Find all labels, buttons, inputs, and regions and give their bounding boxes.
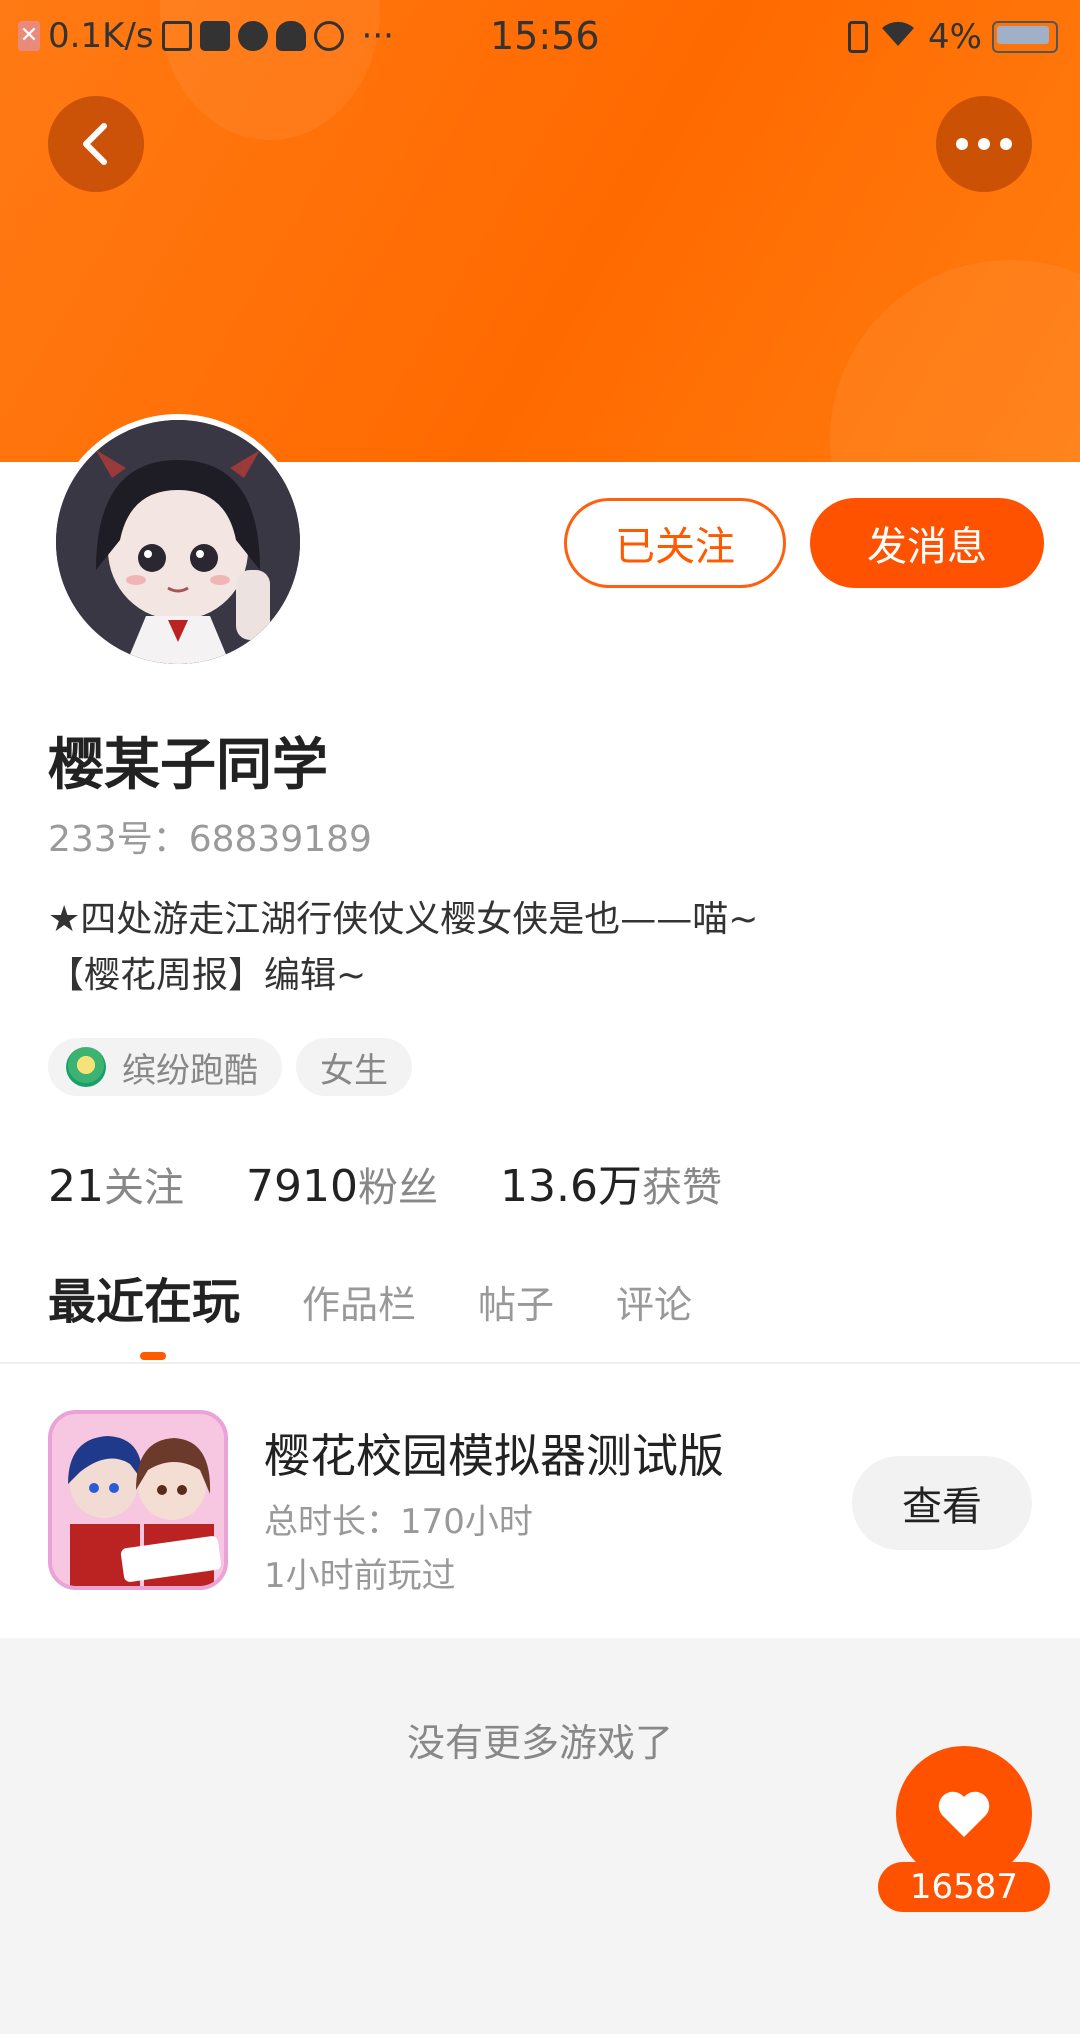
header-decoration — [830, 260, 1080, 462]
tag-favorite-game[interactable]: 缤纷跑酷 — [48, 1038, 282, 1096]
more-notifications-icon: ··· — [361, 16, 394, 56]
followed-button[interactable]: 已关注 — [564, 498, 786, 588]
chevron-left-icon — [83, 123, 107, 165]
stat-value: 21 — [48, 1161, 104, 1212]
stat-following[interactable]: 21关注 — [48, 1155, 184, 1213]
game-last-played: 1小时前玩过 — [264, 1556, 456, 1596]
mail-icon — [199, 21, 230, 51]
battery-icon — [992, 20, 1058, 53]
more-options-button[interactable] — [936, 96, 1032, 192]
username: 樱某子同学 — [48, 733, 328, 798]
battery-percent: 4% — [928, 16, 982, 57]
active-tab-indicator — [140, 1352, 166, 1360]
avatar-image — [56, 420, 300, 664]
clock: 15:56 — [490, 14, 600, 58]
stat-value: 13.6万 — [499, 1161, 642, 1212]
cat-app-icon — [237, 21, 268, 51]
game-badge-icon — [66, 1047, 106, 1087]
bio: ★四处游走江湖行侠仗义樱女侠是也——喵~ 【樱花周报】编辑~ — [48, 892, 758, 1004]
cloud-icon — [275, 21, 306, 51]
tab-comments[interactable]: 评论 — [616, 1274, 692, 1329]
tag-label: 缤纷跑酷 — [122, 1050, 258, 1091]
vibrate-icon — [848, 20, 869, 53]
heart-icon — [938, 1791, 990, 1837]
stat-label: 粉丝 — [357, 1165, 438, 1211]
back-button[interactable] — [48, 96, 144, 192]
app-notification-icon — [161, 21, 192, 51]
game-total-duration: 总时长：170小时 — [264, 1502, 533, 1542]
game-list-item[interactable]: 樱花校园模拟器测试版 总时长：170小时 1小时前玩过 查看 — [0, 1364, 1080, 1638]
stat-label: 关注 — [104, 1165, 184, 1211]
tab-posts[interactable]: 帖子 — [478, 1274, 554, 1329]
stat-value: 7910 — [246, 1161, 358, 1212]
tag-label: 女生 — [320, 1050, 388, 1091]
game-icon — [48, 1410, 228, 1590]
wifi-icon — [878, 16, 918, 57]
notification-x-icon: ✕ — [18, 21, 40, 51]
status-right: 4% — [848, 16, 1058, 57]
view-game-button[interactable]: 查看 — [852, 1456, 1032, 1550]
avatar[interactable] — [50, 414, 306, 670]
no-more-games-text: 没有更多游戏了 — [406, 1721, 673, 1765]
bio-line: ★四处游走江湖行侠仗义樱女侠是也——喵~ — [48, 899, 759, 940]
like-count: 16587 — [878, 1862, 1050, 1912]
more-dots-icon — [956, 138, 1012, 150]
stat-followers[interactable]: 7910粉丝 — [246, 1155, 438, 1213]
tab-recently-played[interactable]: 最近在玩 — [48, 1262, 240, 1332]
network-speed: 0.1K/s — [48, 16, 154, 56]
tab-works[interactable]: 作品栏 — [302, 1274, 416, 1329]
pinwheel-icon — [313, 21, 344, 51]
bio-line: 【樱花周报】编辑~ — [48, 955, 367, 996]
stat-likes: 13.6万获赞 — [500, 1150, 722, 1214]
game-title: 樱花校园模拟器测试版 — [264, 1429, 724, 1483]
status-bar: ✕ 0.1K/s ··· 15:56 4% — [0, 0, 1080, 72]
profile-tabs: 最近在玩 作品栏 帖子 评论 — [48, 1262, 754, 1332]
stat-label: 获赞 — [641, 1165, 722, 1211]
send-message-button[interactable]: 发消息 — [810, 498, 1044, 588]
status-left: ✕ 0.1K/s ··· — [18, 16, 394, 56]
profile-tags: 缤纷跑酷 女生 — [48, 1038, 412, 1096]
user-id: 233号：68839189 — [48, 819, 372, 860]
tag-gender: 女生 — [296, 1038, 412, 1096]
profile-stats: 21关注 7910粉丝 13.6万获赞 — [48, 1150, 722, 1214]
